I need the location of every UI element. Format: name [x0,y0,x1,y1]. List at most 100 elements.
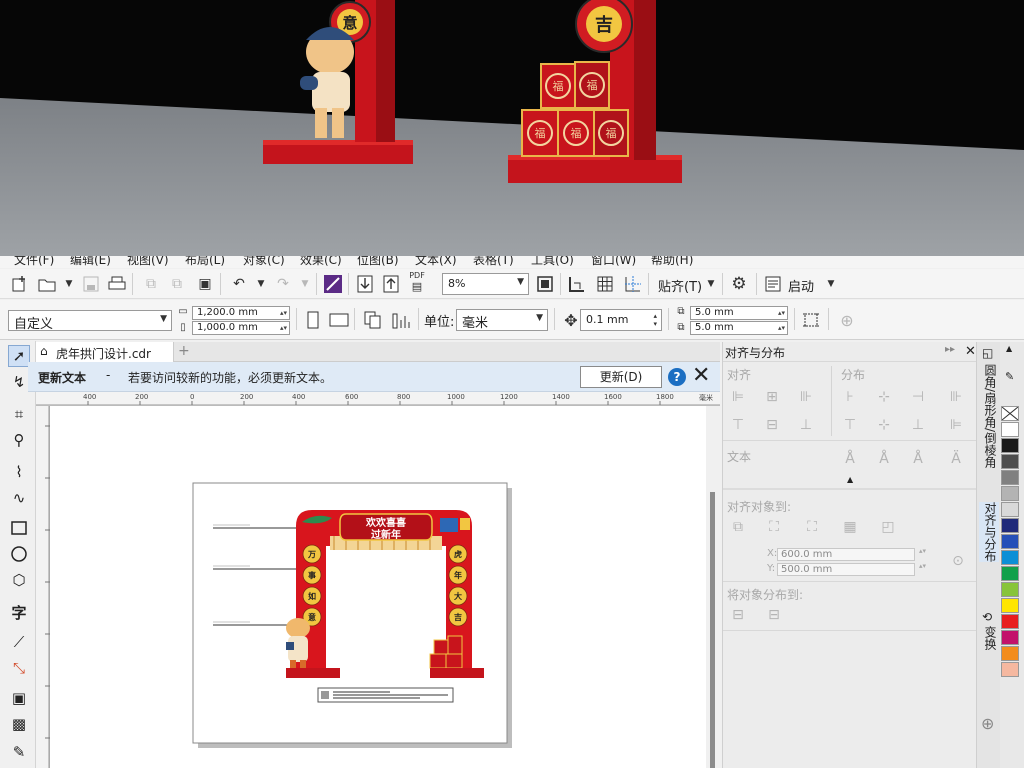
add-document-tab-button[interactable]: + [178,343,190,359]
target-point-icon[interactable]: ⊙ [949,552,967,570]
horizontal-ruler[interactable]: 400 200 0 200 400 600 800 1000 1200 1400… [36,392,720,406]
text-outline-icon[interactable]: Ä [947,450,965,468]
scrollbar-thumb[interactable] [710,492,715,768]
polygon-tool-icon[interactable]: ⬡ [8,569,30,591]
pick-tool-icon[interactable]: ➚ [8,345,30,367]
page-width-input[interactable]: 1,200.0 mm ▴▾ [192,306,290,320]
menu-table[interactable]: 表格(T) [473,256,514,268]
redo-icon[interactable]: ↷ [272,273,294,295]
menu-help[interactable]: 帮助(H) [651,256,693,268]
menu-file[interactable]: 文件(F) [14,256,54,268]
connector-tool-icon[interactable]: ⤡ [8,657,30,679]
distribute-right-icon[interactable]: ⊣ [909,388,927,406]
color-swatch[interactable] [1001,438,1019,453]
menu-tools[interactable]: 工具(O) [531,256,574,268]
spinner-icon[interactable]: ▴▾ [778,307,785,319]
menu-bitmaps[interactable]: 位图(B) [357,256,399,268]
show-guidelines-icon[interactable] [622,273,644,295]
distribute-top-icon[interactable]: ⊤ [841,416,859,434]
color-swatch[interactable] [1001,662,1019,677]
menu-effects[interactable]: 效果(C) [300,256,342,268]
redo-dropdown-icon[interactable]: ▼ [294,273,316,295]
new-document-icon[interactable] [8,273,30,295]
docker-tab-fillet[interactable]: 圆角/扇形角/倒棱角 [979,364,999,468]
color-swatch[interactable] [1001,486,1019,501]
distribute-left-icon[interactable]: ⊦ [841,388,859,406]
color-swatch[interactable] [1001,630,1019,645]
help-icon[interactable]: ? [668,368,686,386]
color-swatch[interactable] [1001,582,1019,597]
launch-label[interactable]: 启动 [788,276,814,295]
application-launcher-icon[interactable] [762,273,784,295]
distribute-spacing-h-icon[interactable]: ⊪ [947,388,965,406]
text-first-baseline-icon[interactable]: Å [841,450,859,468]
all-pages-icon[interactable] [362,309,384,331]
drop-shadow-tool-icon[interactable]: ▣ [8,687,30,709]
document-tab[interactable]: ⌂ 虎年拱门设计.cdr [36,342,174,362]
transparency-tool-icon[interactable]: ▩ [8,713,30,735]
update-button[interactable]: 更新(D) [580,366,662,388]
page-size-preset-select[interactable]: 自定义 ▼ [8,310,172,331]
page-height-input[interactable]: 1,000.0 mm ▴▾ [192,321,290,335]
crop-tool-icon[interactable]: ⌗ [8,403,30,425]
publish-pdf-icon[interactable]: PDF ▤ [406,271,428,293]
menu-object[interactable]: 对象(C) [243,256,285,268]
align-right-icon[interactable]: ⊪ [797,388,815,406]
artistic-media-icon[interactable]: ∿ [8,487,30,509]
drawing-canvas[interactable]: 欢欢喜喜 过新年 万 事 如 意 虎 年 大 吉 [50,406,706,768]
color-swatch[interactable] [1001,566,1019,581]
import-arrow-icon[interactable] [354,273,376,295]
align-to-grid-icon[interactable]: ▦ [841,518,859,536]
shape-tool-icon[interactable]: ↯ [8,371,30,393]
palette-up-icon[interactable]: ▲ [1006,344,1012,353]
align-center-h-icon[interactable]: ⊞ [763,388,781,406]
distribute-center-h-icon[interactable]: ⊹ [875,388,893,406]
open-dropdown-icon[interactable]: ▼ [58,273,80,295]
treat-as-filled-icon[interactable] [800,309,822,331]
zoom-level-combo[interactable]: 8% ▼ [442,273,529,295]
palette-flyout-icon[interactable]: ✎ [1005,370,1014,383]
spinner-icon[interactable]: ▴▾ [280,322,287,334]
current-page-icon[interactable] [390,309,412,331]
align-left-icon[interactable]: ⊫ [729,388,747,406]
export-arrow-icon[interactable] [380,273,402,295]
full-screen-icon[interactable] [534,273,556,295]
distribute-bottom-icon[interactable]: ⊥ [909,416,927,434]
color-swatch[interactable] [1001,422,1019,437]
distribute-center-v-icon[interactable]: ⊹ [875,416,893,434]
print-icon[interactable] [106,273,128,295]
duplicate-distance-x-input[interactable]: 5.0 mm ▴▾ [690,306,788,320]
menu-layout[interactable]: 布局(L) [185,256,225,268]
portrait-orientation-icon[interactable] [302,309,324,331]
add-plus-icon[interactable]: ⊕ [836,309,858,331]
align-to-active-object-icon[interactable]: ⧉ [729,518,747,536]
align-top-icon[interactable]: ⊤ [729,416,747,434]
color-swatch[interactable] [1001,614,1019,629]
color-swatch[interactable] [1001,454,1019,469]
show-rulers-icon[interactable] [566,273,588,295]
align-to-point-icon[interactable]: ◰ [879,518,897,536]
docker-tab-align-distribute[interactable]: 对齐与分布 [979,502,999,562]
color-swatch[interactable] [1001,534,1019,549]
corel-connect-icon[interactable] [322,273,344,295]
menu-edit[interactable]: 编辑(E) [70,256,111,268]
home-icon[interactable]: ⌂ [40,344,48,358]
docker-tab-transform[interactable]: 变换 [979,626,999,650]
launch-dropdown-icon[interactable]: ▼ [820,273,842,295]
ellipse-tool-icon[interactable] [8,543,30,565]
duplicate-distance-y-input[interactable]: 5.0 mm ▴▾ [690,321,788,335]
align-bottom-icon[interactable]: ⊥ [797,416,815,434]
color-swatch[interactable] [1001,502,1019,517]
collapse-arrow-icon[interactable]: ▲ [847,475,853,484]
close-icon[interactable]: ✕ [692,363,710,388]
snap-dropdown-icon[interactable]: ▼ [700,273,722,295]
menu-view[interactable]: 视图(V) [127,256,169,268]
distribute-to-page-icon[interactable]: ⊟ [765,606,783,624]
export-icon[interactable]: ⧉ [166,273,188,295]
undo-icon[interactable]: ↶ [228,273,250,295]
color-swatch[interactable] [1001,518,1019,533]
no-color-swatch[interactable] [1001,406,1019,421]
zoom-tool-icon[interactable]: ⚲ [8,429,30,451]
parallel-dimension-icon[interactable]: ⟋ [8,631,30,653]
expand-arrows-icon[interactable]: ▸▸ [945,344,955,355]
